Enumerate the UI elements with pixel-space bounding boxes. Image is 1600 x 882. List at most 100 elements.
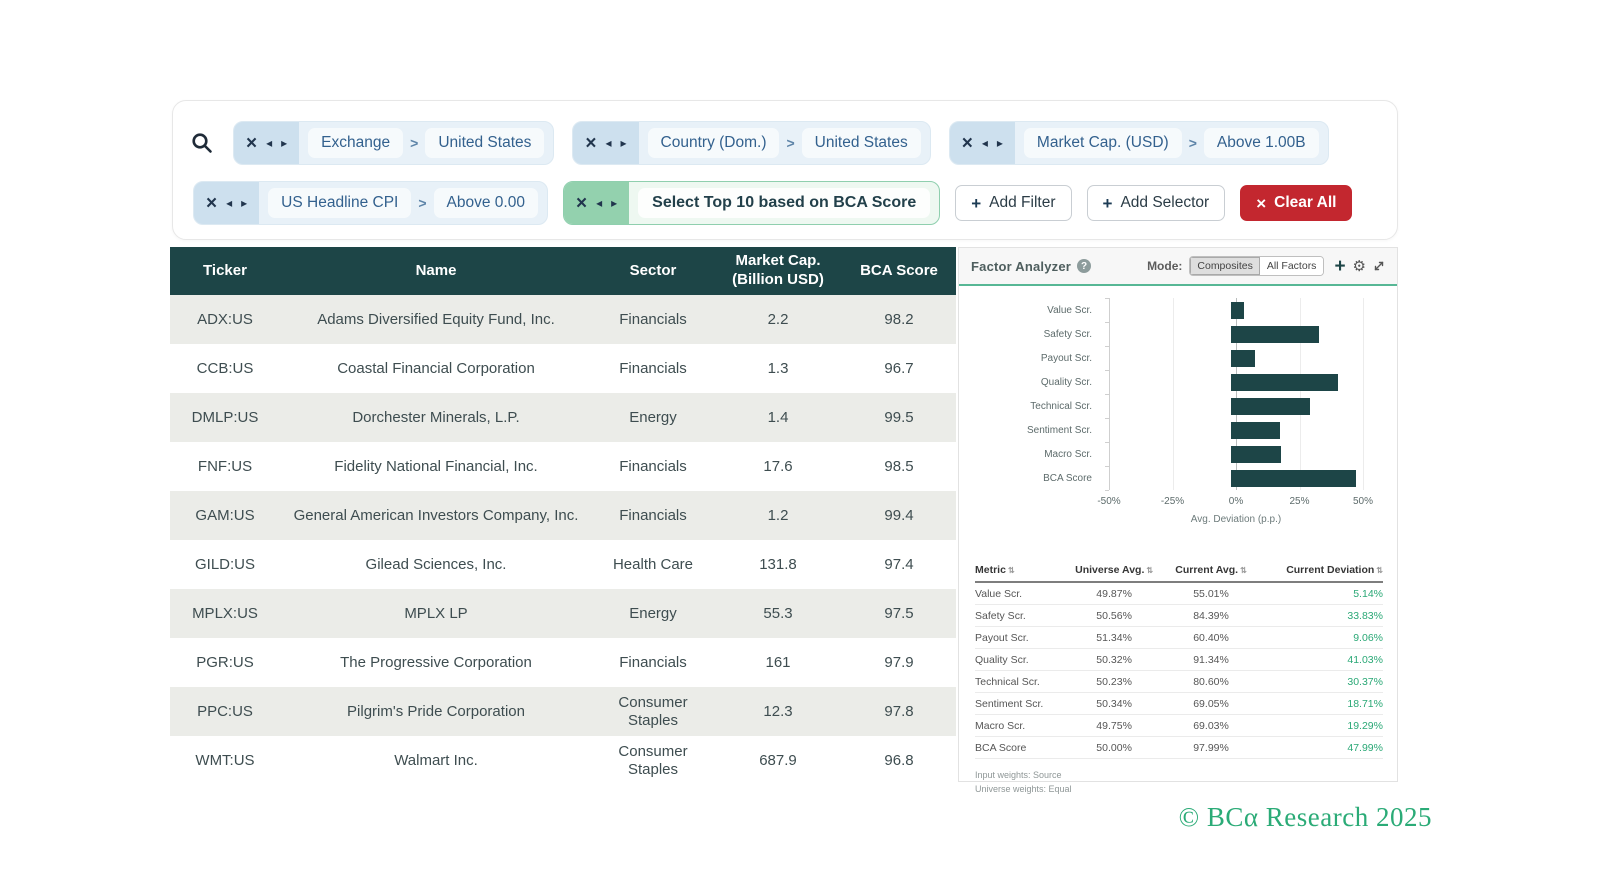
gear-icon[interactable]: ⚙ — [1353, 259, 1366, 274]
table-row-gam-us[interactable]: GAM:US General American Investors Compan… — [170, 491, 956, 540]
filter-pill-country-dom[interactable]: × ◂ ▸ Country (Dom.) > United States — [572, 121, 930, 165]
factor-analyzer-panel: Factor Analyzer ? Mode: Composites All F… — [958, 247, 1398, 782]
mode-option-composites[interactable]: Composites — [1190, 257, 1259, 275]
filter-pill-us-headline-cpi[interactable]: × ◂ ▸ US Headline CPI > Above 0.00 — [193, 181, 548, 225]
cell-bca-score: 98.2 — [842, 295, 956, 344]
metrics-row-technical-scr[interactable]: Technical Scr. 50.23% 80.60% 30.37% — [975, 671, 1383, 693]
add-filter-button[interactable]: + Add Filter — [955, 185, 1071, 221]
category-label: Safety Scr. — [959, 329, 1101, 340]
move-left-icon[interactable]: ◂ — [226, 197, 232, 209]
bar-technical-scr[interactable] — [1231, 398, 1310, 415]
table-row-adx-us[interactable]: ADX:US Adams Diversified Equity Fund, In… — [170, 295, 956, 344]
search-icon[interactable] — [187, 131, 217, 155]
filter-value[interactable]: United States — [425, 128, 544, 158]
metric-name: Sentiment Scr. — [975, 693, 1064, 715]
pill-controls: × ◂ ▸ — [234, 122, 299, 164]
cell-sector: Financials — [592, 344, 714, 393]
copyright-footer: © BCα Research 2025 — [1179, 802, 1432, 833]
filter-value[interactable]: United States — [802, 128, 921, 158]
move-right-icon[interactable]: ▸ — [621, 137, 627, 149]
move-right-icon[interactable]: ▸ — [611, 197, 617, 209]
table-row-gild-us[interactable]: GILD:US Gilead Sciences, Inc. Health Car… — [170, 540, 956, 589]
move-left-icon[interactable]: ◂ — [596, 197, 602, 209]
table-row-ccb-us[interactable]: CCB:US Coastal Financial Corporation Fin… — [170, 344, 956, 393]
remove-icon[interactable]: × — [585, 134, 596, 153]
pill-controls: × ◂ ▸ — [950, 122, 1015, 164]
cell-name: MPLX LP — [280, 589, 592, 638]
chevron-icon: > — [410, 135, 418, 151]
metric-universe-avg: 50.00% — [1064, 737, 1165, 759]
metrics-row-quality-scr[interactable]: Quality Scr. 50.32% 91.34% 41.03% — [975, 649, 1383, 671]
clear-all-button[interactable]: × Clear All — [1240, 185, 1352, 221]
col-header-market-cap[interactable]: Market Cap. (Billion USD) — [714, 247, 842, 295]
add-selector-button[interactable]: + Add Selector — [1087, 185, 1226, 221]
selector-label[interactable]: Select Top 10 based on BCA Score — [638, 188, 930, 218]
table-row-wmt-us[interactable]: WMT:US Walmart Inc. Consumer Staples 687… — [170, 736, 956, 785]
help-icon[interactable]: ? — [1077, 259, 1091, 273]
pill-body: Country (Dom.) > United States — [639, 122, 930, 164]
add-icon[interactable]: + — [1334, 257, 1345, 276]
metrics-row-bca-score[interactable]: BCA Score 50.00% 97.99% 47.99% — [975, 737, 1383, 759]
remove-icon[interactable]: × — [206, 194, 217, 213]
metrics-col-current-deviation[interactable]: Current Deviation⇅ — [1257, 560, 1383, 582]
bar-payout-scr[interactable] — [1231, 350, 1255, 367]
metrics-row-safety-scr[interactable]: Safety Scr. 50.56% 84.39% 33.83% — [975, 605, 1383, 627]
col-header-ticker[interactable]: Ticker — [170, 247, 280, 295]
filter-pills-row2: × ◂ ▸ US Headline CPI > Above 0.00 × ◂ ▸… — [193, 181, 940, 225]
col-header-sector[interactable]: Sector — [592, 247, 714, 295]
metrics-row-sentiment-scr[interactable]: Sentiment Scr. 50.34% 69.05% 18.71% — [975, 693, 1383, 715]
chart-row-safety-scr: Safety Scr. — [959, 322, 1361, 346]
filter-value[interactable]: Above 0.00 — [434, 188, 538, 218]
move-right-icon[interactable]: ▸ — [997, 137, 1003, 149]
table-row-pgr-us[interactable]: PGR:US The Progressive Corporation Finan… — [170, 638, 956, 687]
metrics-col-current-avg[interactable]: Current Avg.⇅ — [1165, 560, 1258, 582]
bar-track — [1101, 322, 1361, 346]
metric-universe-avg: 49.87% — [1064, 582, 1165, 605]
cell-ticker: FNF:US — [170, 442, 280, 491]
filter-field[interactable]: US Headline CPI — [268, 188, 411, 218]
metric-current-deviation: 47.99% — [1257, 737, 1383, 759]
col-header-name[interactable]: Name — [280, 247, 592, 295]
table-row-fnf-us[interactable]: FNF:US Fidelity National Financial, Inc.… — [170, 442, 956, 491]
filter-field[interactable]: Exchange — [308, 128, 403, 158]
cell-market-cap: 1.2 — [714, 491, 842, 540]
bar-sentiment-scr[interactable] — [1231, 422, 1280, 439]
filter-field[interactable]: Market Cap. (USD) — [1024, 128, 1182, 158]
metrics-row-macro-scr[interactable]: Macro Scr. 49.75% 69.03% 19.29% — [975, 715, 1383, 737]
bar-macro-scr[interactable] — [1231, 446, 1281, 463]
move-left-icon[interactable]: ◂ — [605, 137, 611, 149]
bar-value-scr[interactable] — [1231, 302, 1244, 319]
bar-track — [1101, 298, 1361, 322]
move-left-icon[interactable]: ◂ — [982, 137, 988, 149]
bar-bca-score[interactable] — [1231, 470, 1356, 487]
filter-pill-exchange[interactable]: × ◂ ▸ Exchange > United States — [233, 121, 554, 165]
filter-field[interactable]: Country (Dom.) — [648, 128, 780, 158]
filter-value[interactable]: Above 1.00B — [1204, 128, 1319, 158]
table-row-dmlp-us[interactable]: DMLP:US Dorchester Minerals, L.P. Energy… — [170, 393, 956, 442]
remove-icon[interactable]: × — [576, 194, 587, 213]
move-left-icon[interactable]: ◂ — [266, 137, 272, 149]
bar-track — [1101, 346, 1361, 370]
screener-app: × ◂ ▸ Exchange > United States × ◂ ▸ Cou… — [0, 0, 1600, 882]
cell-market-cap: 17.6 — [714, 442, 842, 491]
table-row-mplx-us[interactable]: MPLX:US MPLX LP Energy 55.3 97.5 — [170, 589, 956, 638]
bar-safety-scr[interactable] — [1231, 326, 1319, 343]
expand-icon[interactable] — [1373, 260, 1385, 272]
pill-body: Exchange > United States — [299, 122, 553, 164]
remove-icon[interactable]: × — [962, 134, 973, 153]
bar-quality-scr[interactable] — [1231, 374, 1338, 391]
metric-current-deviation: 41.03% — [1257, 649, 1383, 671]
mode-option-all-factors[interactable]: All Factors — [1260, 257, 1324, 275]
move-right-icon[interactable]: ▸ — [281, 137, 287, 149]
move-right-icon[interactable]: ▸ — [241, 197, 247, 209]
clear-all-label: Clear All — [1274, 194, 1336, 212]
remove-icon[interactable]: × — [246, 134, 257, 153]
filter-pill-market-cap-usd[interactable]: × ◂ ▸ Market Cap. (USD) > Above 1.00B — [949, 121, 1329, 165]
table-row-ppc-us[interactable]: PPC:US Pilgrim's Pride Corporation Consu… — [170, 687, 956, 736]
selector-pill[interactable]: × ◂ ▸ Select Top 10 based on BCA Score — [563, 181, 940, 225]
metrics-col-metric[interactable]: Metric⇅ — [975, 560, 1064, 582]
metrics-col-universe-avg[interactable]: Universe Avg.⇅ — [1064, 560, 1165, 582]
col-header-bca-score[interactable]: BCA Score — [842, 247, 956, 295]
metrics-row-payout-scr[interactable]: Payout Scr. 51.34% 60.40% 9.06% — [975, 627, 1383, 649]
metrics-row-value-scr[interactable]: Value Scr. 49.87% 55.01% 5.14% — [975, 582, 1383, 605]
